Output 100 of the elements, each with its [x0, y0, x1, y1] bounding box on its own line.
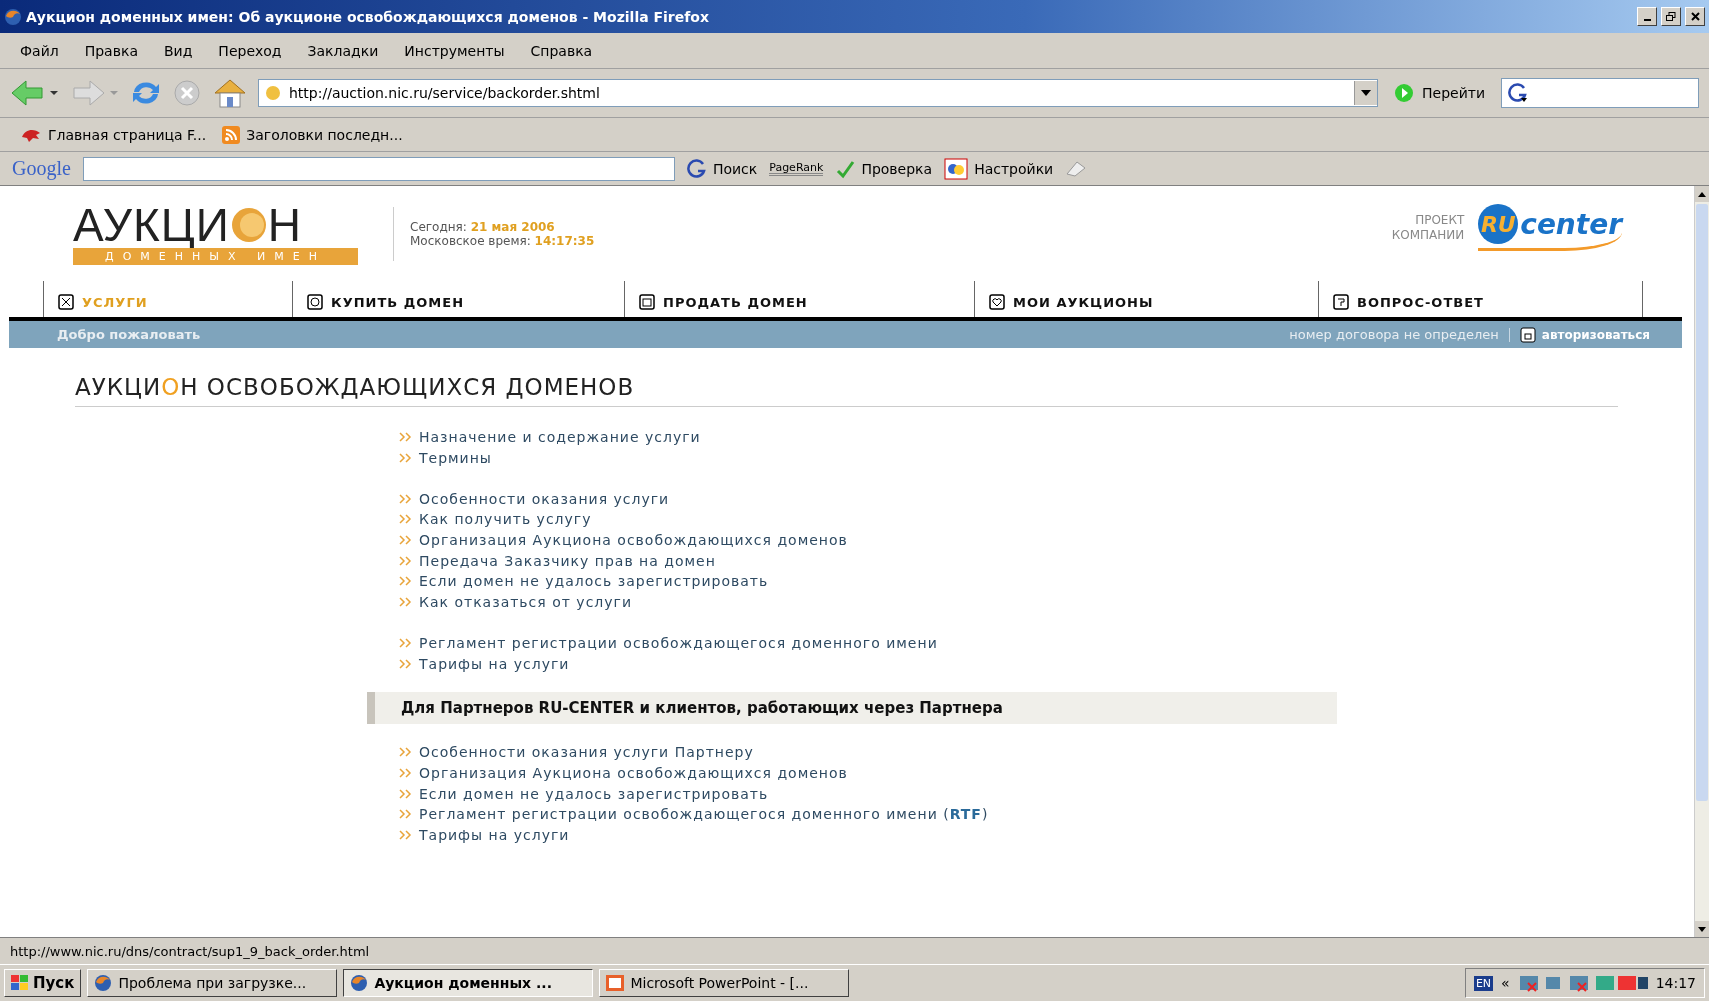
close-icon [1690, 12, 1700, 21]
chevron-icon [399, 432, 413, 443]
globe-fox-icon [94, 974, 113, 992]
chevron-icon [399, 597, 413, 608]
go-button[interactable]: Перейти [1388, 83, 1491, 103]
section-heading: Для Партнеров RU-CENTER и клиентов, работающих через Партнера [367, 691, 1337, 724]
page-heading: АУКЦИОН ОСВОБОЖДАЮЩИХСЯ ДОМЕНОВ [75, 374, 1618, 407]
pagerank-meter: PageRank [769, 161, 824, 176]
service-link[interactable]: Особенности оказания услуги [419, 490, 670, 507]
search-button[interactable]: Поиск [686, 158, 758, 179]
service-link[interactable]: Термины [419, 450, 492, 467]
chevron-icon [399, 555, 413, 566]
nav-tab[interactable]: МОИ АУКЦИОНЫ [974, 281, 1318, 317]
project-caption: ПРОЕКТ КОМПАНИИ [1391, 212, 1465, 243]
service-link[interactable]: Регламент регистрации освобождающегося доменного имени [419, 634, 938, 651]
restore-icon [1666, 11, 1676, 22]
tab-icon [1333, 294, 1349, 310]
chevron-icon [399, 658, 413, 669]
chevron-icon [399, 514, 413, 525]
g-logo-icon [1508, 83, 1528, 103]
lock-icon [1519, 326, 1536, 343]
globe-fox-icon [4, 7, 22, 26]
google-logo[interactable]: Google [12, 157, 71, 180]
service-link[interactable]: Как отказаться от услуги [419, 594, 633, 611]
service-link[interactable]: Организация Аукциона освобождающихся доменов [419, 532, 848, 549]
address-field[interactable]: http://auction.nic.ru/service/backorder.shtml [258, 79, 1378, 107]
service-link[interactable]: Передача Заказчику прав на домен [419, 552, 716, 569]
service-link[interactable]: Если домен не удалось зарегистрировать [419, 573, 769, 590]
chevron-icon [399, 809, 413, 820]
google-search-field[interactable] [82, 156, 675, 181]
taskbar-button[interactable]: Аукцион доменных ... [343, 969, 594, 997]
page-icon [265, 85, 281, 101]
chevron-icon [399, 453, 413, 464]
tray-icons[interactable] [1517, 973, 1648, 993]
menu-item[interactable]: Файл [20, 42, 59, 59]
g-logo-icon [686, 158, 707, 179]
welcome-text: Добро пожаловать [57, 327, 202, 342]
service-link[interactable]: Назначение и содержание услуги [419, 429, 701, 446]
nav-tab[interactable]: КУПИТЬ ДОМЕН [292, 281, 624, 317]
company-logo[interactable]: RU center [1478, 204, 1622, 251]
up-arrow-icon[interactable] [1698, 191, 1706, 197]
menu-item[interactable]: Справка [530, 42, 593, 59]
coin-icon [229, 206, 268, 244]
site-logo[interactable]: АУКЦИ Н ДОМЕННЫХ ИМЕН [73, 202, 363, 265]
tab-icon [58, 294, 74, 310]
down-arrow-icon[interactable] [1698, 926, 1706, 932]
minimize-icon [1643, 18, 1651, 21]
eraser-icon[interactable] [1065, 159, 1088, 178]
spellcheck-button[interactable]: Проверка [835, 158, 933, 179]
chevron-icon [399, 576, 413, 587]
bookmark-item[interactable]: Главная страница F... [20, 126, 207, 143]
slides-icon [606, 975, 625, 991]
menu-item[interactable]: Правка [84, 42, 138, 59]
home-icon[interactable] [212, 77, 248, 109]
chevron-icon [399, 493, 413, 504]
language-indicator[interactable]: EN [1473, 975, 1494, 991]
tab-icon [639, 294, 655, 310]
settings-button[interactable]: Настройки [944, 157, 1054, 180]
palette-icon [944, 157, 969, 180]
service-link[interactable]: Организация Аукциона освобождающихся доменов [419, 764, 848, 781]
chevron-icon [399, 829, 413, 840]
chevron-icon [399, 767, 413, 778]
taskbar-button[interactable]: Microsoft PowerPoint - [... [599, 969, 850, 997]
service-link[interactable]: Тарифы на услуги [419, 655, 570, 672]
contract-text: номер договора не определен [1289, 327, 1499, 342]
scrollbar[interactable] [1694, 186, 1709, 937]
service-link[interactable]: Тарифы на услуги [419, 826, 570, 843]
bookmark-item[interactable]: Заголовки последн... [222, 125, 403, 144]
menu-item[interactable]: Переход [218, 42, 282, 59]
windows-flag-icon [11, 975, 29, 991]
start-button[interactable]: Пуск [4, 969, 82, 997]
clock-text: 14:17 [1655, 975, 1696, 991]
rss-icon [222, 125, 241, 144]
back-arrow-icon[interactable] [10, 78, 60, 108]
chevron-icon [399, 788, 413, 799]
menu-item[interactable]: Закладки [307, 42, 379, 59]
chevron-icon [399, 637, 413, 648]
taskbar-button[interactable]: Проблема при загрузке... [87, 969, 338, 997]
time-text: Московское время: 14:17:35 [410, 233, 595, 248]
chevron-icon [399, 747, 413, 758]
stop-icon[interactable] [172, 78, 202, 108]
service-link[interactable]: Как получить услугу [419, 511, 592, 528]
nav-tab[interactable]: ПРОДАТЬ ДОМЕН [624, 281, 974, 317]
tab-icon [307, 294, 323, 310]
close-button[interactable] [1685, 7, 1705, 26]
menu-item[interactable]: Инструменты [404, 42, 505, 59]
service-link[interactable]: Особенности оказания услуги Партнеру [419, 744, 754, 761]
globe-fox-icon [350, 974, 369, 992]
service-link[interactable]: Если домен не удалось зарегистрировать [419, 785, 769, 802]
restore-button[interactable] [1661, 7, 1681, 26]
search-field[interactable] [1501, 78, 1699, 108]
date-text: Сегодня: 21 мая 2006 [410, 219, 556, 234]
tray-expand-button[interactable]: « [1501, 975, 1510, 991]
chevron-icon [399, 535, 413, 546]
play-icon [1394, 83, 1414, 103]
window-title: Аукцион доменных имен: Об аукционе освобождающихся доменов - Mozilla Firefox [26, 8, 710, 25]
nav-tab[interactable]: ВОПРОС-ОТВЕТ [1318, 281, 1643, 317]
service-link[interactable]: Регламент регистрации освобождающегося доменного имени (RTF) [419, 806, 989, 823]
minimize-button[interactable] [1637, 7, 1657, 26]
menu-item[interactable]: Вид [163, 42, 193, 59]
